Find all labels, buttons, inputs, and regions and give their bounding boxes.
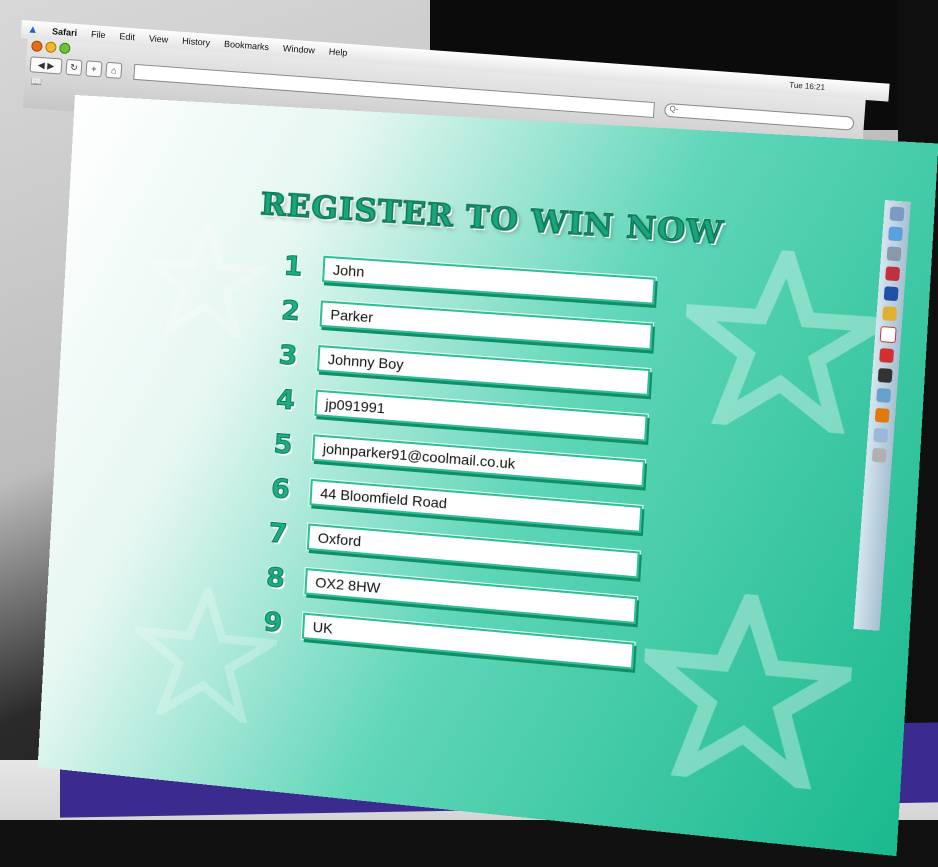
illustrator-icon[interactable] xyxy=(874,407,890,423)
calendar-icon[interactable] xyxy=(879,326,897,344)
star-decoration-icon xyxy=(131,581,280,725)
trash-icon[interactable] xyxy=(871,447,887,463)
pencil-icon[interactable] xyxy=(882,306,898,322)
menu-bookmarks[interactable]: Bookmarks xyxy=(224,39,270,52)
add-bookmark-button[interactable]: + xyxy=(85,60,103,78)
field-number: 9 xyxy=(262,606,283,639)
field-number: 4 xyxy=(275,384,296,417)
field-number: 3 xyxy=(277,340,299,373)
first-name-input[interactable]: John xyxy=(321,255,656,305)
field-number: 5 xyxy=(272,429,294,462)
field-number: 8 xyxy=(265,562,286,595)
web-page: REGISTER TO WIN NOW 1 John 2 Parker 3 Jo… xyxy=(37,95,938,857)
system-icon[interactable] xyxy=(886,246,902,262)
apple-menu-icon[interactable]: ▲ xyxy=(27,23,39,36)
star-decoration-icon xyxy=(142,220,270,339)
photoshop-icon[interactable] xyxy=(883,286,899,302)
app-icon[interactable] xyxy=(885,266,901,282)
menu-history[interactable]: History xyxy=(182,36,211,48)
screen: ▲ Safari File Edit View History Bookmark… xyxy=(0,0,938,867)
field-number: 2 xyxy=(280,295,301,328)
window-controls xyxy=(31,40,71,55)
finder-icon[interactable] xyxy=(889,206,905,222)
search-field[interactable]: Q- xyxy=(663,102,855,131)
acrobat-icon[interactable] xyxy=(879,348,895,364)
menu-clock: Tue 16:21 xyxy=(788,80,826,92)
minimize-window-button[interactable] xyxy=(44,41,57,54)
zoom-window-button[interactable] xyxy=(58,42,71,55)
menu-view[interactable]: View xyxy=(149,33,169,44)
nickname-input[interactable]: Johnny Boy xyxy=(316,345,651,397)
reload-button[interactable]: ↻ xyxy=(65,58,83,77)
last-name-input[interactable]: Parker xyxy=(319,300,654,351)
bookmarks-book-icon[interactable]: 📖 xyxy=(30,76,42,88)
network-icon[interactable] xyxy=(876,387,892,403)
field-number: 7 xyxy=(267,518,288,551)
menu-file[interactable]: File xyxy=(91,29,106,40)
folder-icon[interactable] xyxy=(873,427,889,443)
page-title: REGISTER TO WIN NOW xyxy=(259,186,726,253)
menu-window[interactable]: Window xyxy=(283,43,316,55)
star-decoration-icon xyxy=(680,244,887,436)
star-decoration-icon xyxy=(638,586,856,793)
field-number: 1 xyxy=(282,251,304,284)
home-button[interactable]: ⌂ xyxy=(105,61,123,79)
menu-help[interactable]: Help xyxy=(328,47,347,58)
text-icon[interactable] xyxy=(877,367,893,383)
field-number: 6 xyxy=(270,473,291,506)
menu-safari[interactable]: Safari xyxy=(52,26,78,38)
back-forward-button[interactable]: ◀ ▶ xyxy=(29,56,63,75)
safari-icon[interactable] xyxy=(888,226,904,242)
menu-edit[interactable]: Edit xyxy=(119,31,135,42)
close-window-button[interactable] xyxy=(31,40,43,53)
